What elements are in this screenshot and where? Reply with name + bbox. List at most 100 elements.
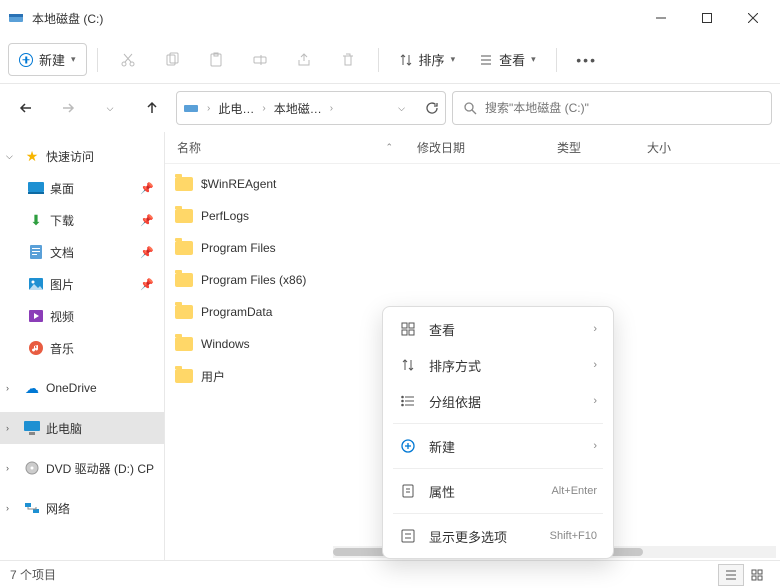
more-button[interactable]: ••• [567, 42, 607, 78]
ctx-view[interactable]: 查看 › [387, 311, 609, 347]
maximize-button[interactable] [684, 2, 730, 34]
ctx-sort[interactable]: 排序方式 › [387, 347, 609, 383]
folder-icon [175, 177, 193, 191]
sidebar-network[interactable]: › 网络 [0, 492, 164, 524]
back-button[interactable] [8, 90, 44, 126]
ctx-label: 显示更多选项 [429, 527, 538, 546]
file-name: ProgramData [201, 305, 272, 319]
copy-button[interactable] [152, 42, 192, 78]
col-date[interactable]: 修改日期 [405, 139, 545, 156]
chevron-down-icon[interactable]: ⌵ [398, 103, 405, 114]
music-icon [28, 340, 44, 356]
col-type[interactable]: 类型 [545, 139, 635, 156]
close-button[interactable] [730, 2, 776, 34]
video-icon [28, 308, 44, 324]
separator [393, 513, 603, 514]
ctx-group[interactable]: 分组依据 › [387, 383, 609, 419]
document-icon [28, 244, 44, 260]
ctx-new[interactable]: 新建 › [387, 428, 609, 464]
thumbnail-view-button[interactable] [744, 564, 770, 586]
pin-icon: 📌 [140, 246, 154, 259]
sidebar-quick-access[interactable]: ⌵ ★ 快速访问 [0, 140, 164, 172]
view-label: 查看 [499, 50, 525, 69]
chevron-right-icon: › [262, 103, 265, 114]
folder-icon [175, 241, 193, 255]
sidebar-onedrive[interactable]: › ☁ OneDrive [0, 372, 164, 404]
address-bar[interactable]: › 此电… › 本地磁… › ⌵ [176, 91, 446, 125]
chevron-right-icon: › [6, 383, 18, 393]
sidebar-item-label: 快速访问 [46, 148, 94, 165]
sidebar-item-label: 音乐 [50, 340, 74, 357]
sidebar-item-music[interactable]: 音乐 [0, 332, 164, 364]
sidebar-item-documents[interactable]: 文档 📌 [0, 236, 164, 268]
minimize-button[interactable] [638, 2, 684, 34]
desktop-icon [28, 180, 44, 196]
separator [393, 468, 603, 469]
folder-icon [175, 209, 193, 223]
folder-icon [175, 305, 193, 319]
sidebar-item-videos[interactable]: 视频 [0, 300, 164, 332]
chevron-right-icon: › [6, 463, 18, 473]
view-button[interactable]: 查看 ▾ [469, 44, 546, 75]
paste-button[interactable] [196, 42, 236, 78]
pin-icon: 📌 [140, 214, 154, 227]
file-row[interactable]: PerfLogs [165, 200, 780, 232]
folder-icon [175, 369, 193, 383]
delete-button[interactable] [328, 42, 368, 78]
up-button[interactable] [134, 90, 170, 126]
share-button[interactable] [284, 42, 324, 78]
item-count: 7 个项目 [10, 566, 56, 583]
context-menu: 查看 › 排序方式 › 分组依据 › 新建 › 属性 Alt+Enter 显示更 [382, 306, 614, 559]
new-button[interactable]: 新建 ▾ [8, 43, 87, 76]
window-title: 本地磁盘 (C:) [32, 10, 638, 27]
folder-icon [175, 337, 193, 351]
breadcrumb-drive[interactable]: 本地磁… [274, 100, 322, 117]
col-name[interactable]: 名称⌃ [165, 139, 405, 156]
sidebar-item-pictures[interactable]: 图片 📌 [0, 268, 164, 300]
sidebar-this-pc[interactable]: › 此电脑 [0, 412, 164, 444]
search-input[interactable] [485, 101, 761, 115]
separator [393, 423, 603, 424]
window-controls [638, 2, 776, 34]
network-icon [24, 500, 40, 516]
sidebar-item-label: 文档 [50, 244, 74, 261]
search-icon [463, 101, 477, 115]
properties-icon [399, 484, 417, 498]
sort-button[interactable]: 排序 ▾ [389, 44, 466, 75]
rename-button[interactable] [240, 42, 280, 78]
history-button[interactable]: ⌵ [92, 90, 128, 126]
toolbar: 新建 ▾ 排序 ▾ 查看 ▾ ••• [0, 36, 780, 84]
view-icon [479, 53, 493, 67]
sidebar-item-downloads[interactable]: ⬇ 下载 📌 [0, 204, 164, 236]
chevron-down-icon: ▾ [451, 54, 456, 65]
file-row[interactable]: Program Files [165, 232, 780, 264]
breadcrumb-pc[interactable]: 此电… [218, 100, 254, 117]
chevron-right-icon: › [593, 395, 597, 407]
sidebar-item-desktop[interactable]: 桌面 📌 [0, 172, 164, 204]
separator [97, 48, 98, 72]
details-view-button[interactable] [718, 564, 744, 586]
file-name: 用户 [201, 368, 225, 385]
file-row[interactable]: $WinREAgent [165, 168, 780, 200]
file-name: Program Files [201, 241, 276, 255]
file-row[interactable]: Program Files (x86) [165, 264, 780, 296]
ctx-label: 查看 [429, 320, 581, 339]
search-bar[interactable] [452, 91, 772, 125]
sidebar: ⌵ ★ 快速访问 桌面 📌 ⬇ 下载 📌 文档 📌 图片 📌 视频 [0, 132, 165, 560]
chevron-down-icon: ⌵ [107, 103, 114, 114]
sidebar-item-label: 桌面 [50, 180, 74, 197]
forward-button[interactable] [50, 90, 86, 126]
refresh-button[interactable] [425, 101, 439, 115]
ctx-label: 新建 [429, 437, 581, 456]
cut-button[interactable] [108, 42, 148, 78]
more-options-icon [399, 529, 417, 543]
col-size[interactable]: 大小 [635, 139, 705, 156]
download-icon: ⬇ [28, 212, 44, 228]
column-headers: 名称⌃ 修改日期 类型 大小 [165, 132, 780, 164]
chevron-right-icon: › [6, 423, 18, 433]
ctx-more[interactable]: 显示更多选项 Shift+F10 [387, 518, 609, 554]
ctx-properties[interactable]: 属性 Alt+Enter [387, 473, 609, 509]
sidebar-dvd[interactable]: › DVD 驱动器 (D:) CP [0, 452, 164, 484]
sidebar-item-label: DVD 驱动器 (D:) CP [46, 460, 154, 477]
sidebar-item-label: OneDrive [46, 381, 97, 395]
